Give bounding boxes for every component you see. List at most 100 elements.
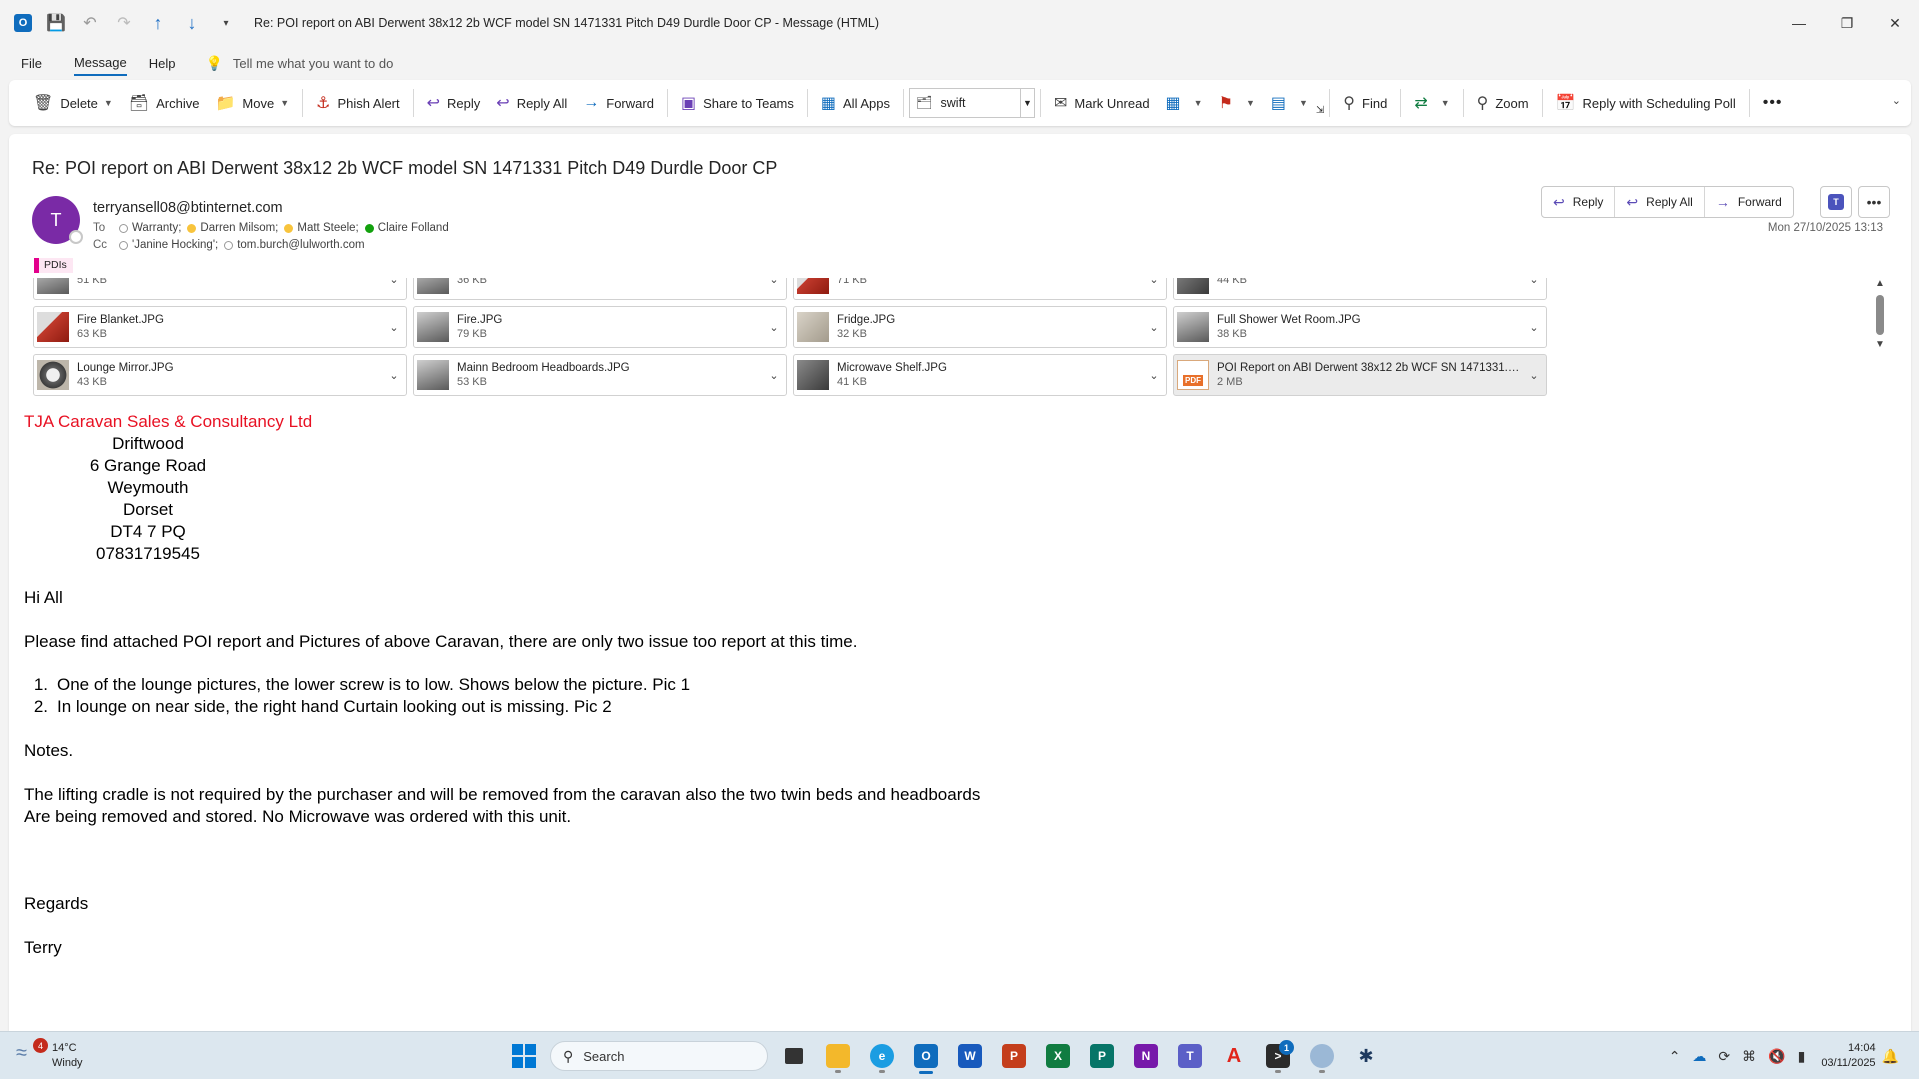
notifications-icon[interactable]: 🔔 bbox=[1882, 1048, 1899, 1065]
attachment-item[interactable]: 71 KB ⌄ bbox=[793, 278, 1167, 300]
attachment-item[interactable]: Microwave Shelf.JPG 41 KB ⌄ bbox=[793, 354, 1167, 396]
chevron-down-icon[interactable]: ⌄ bbox=[382, 369, 406, 382]
scroll-down-icon[interactable]: ▼ bbox=[1873, 339, 1887, 350]
next-item-icon[interactable]: ↓ bbox=[182, 13, 202, 33]
acrobat-button[interactable]: A bbox=[1214, 1038, 1254, 1074]
attachment-item[interactable]: Fridge.JPG 32 KB ⌄ bbox=[793, 306, 1167, 348]
delete-button[interactable]: 🗑 Delete ▼ bbox=[25, 86, 121, 120]
onedrive-icon[interactable]: ☁ bbox=[1692, 1048, 1706, 1065]
archive-button[interactable]: 🗃 Archive bbox=[121, 86, 208, 120]
publisher-button[interactable]: P bbox=[1082, 1038, 1122, 1074]
chevron-down-icon[interactable]: ⌄ bbox=[1892, 94, 1901, 107]
rules-button[interactable]: ▤ ▼ bbox=[1263, 86, 1316, 120]
all-apps-button[interactable]: ▦ All Apps bbox=[813, 86, 898, 120]
undo-icon[interactable]: ↶ bbox=[80, 13, 100, 33]
file-explorer-button[interactable] bbox=[818, 1038, 858, 1074]
attachment-item[interactable]: Full Shower Wet Room.JPG 38 KB ⌄ bbox=[1173, 306, 1547, 348]
close-button[interactable]: ✕ bbox=[1871, 0, 1919, 46]
recipient[interactable]: Claire Folland bbox=[378, 222, 449, 234]
forward-button[interactable]: → Forward bbox=[575, 86, 662, 120]
tell-me-search[interactable]: 💡 Tell me what you want to do bbox=[205, 55, 393, 72]
chevron-down-icon[interactable]: ▼ bbox=[104, 98, 113, 108]
reply-all-button[interactable]: ↩ Reply All bbox=[488, 86, 575, 120]
move-button[interactable]: 📁 Move ▼ bbox=[207, 86, 297, 120]
chevron-down-icon[interactable]: ⌄ bbox=[382, 278, 406, 286]
accessibility-app-button[interactable]: ✱ bbox=[1346, 1038, 1386, 1074]
forward-button[interactable]: → Forward bbox=[1705, 187, 1793, 217]
scheduling-poll-button[interactable]: 📅 Reply with Scheduling Poll bbox=[1548, 86, 1744, 120]
chevron-up-icon[interactable]: ⌃ bbox=[1669, 1048, 1681, 1065]
chevron-down-icon[interactable]: ⌄ bbox=[382, 321, 406, 334]
taskbar-search[interactable]: ⚲ Search bbox=[550, 1041, 768, 1071]
powerpoint-button[interactable]: P bbox=[994, 1038, 1034, 1074]
categorize-button[interactable]: ▦ ▼ bbox=[1158, 86, 1211, 120]
share-to-teams-button[interactable]: ▣ Share to Teams bbox=[673, 86, 802, 120]
chevron-down-icon[interactable]: ⌄ bbox=[1522, 278, 1546, 286]
attachment-item[interactable]: Lounge Mirror.JPG 43 KB ⌄ bbox=[33, 354, 407, 396]
redo-icon[interactable]: ↷ bbox=[114, 13, 134, 33]
chevron-down-icon[interactable]: ⌄ bbox=[1522, 369, 1546, 382]
attachment-item[interactable]: 36 KB ⌄ bbox=[413, 278, 787, 300]
attachment-item[interactable]: PDF POI Report on ABI Derwent 38x12 2b WC… bbox=[1173, 354, 1547, 396]
category-tag[interactable]: PDIs bbox=[34, 258, 73, 273]
teams-chat-button[interactable]: T bbox=[1820, 186, 1852, 218]
recipient[interactable]: Warranty; bbox=[132, 222, 181, 234]
zoom-button[interactable]: ⚲ Zoom bbox=[1469, 86, 1537, 120]
attachment-item[interactable]: 44 KB ⌄ bbox=[1173, 278, 1547, 300]
find-button[interactable]: ⚲ Find bbox=[1335, 86, 1395, 120]
task-view-button[interactable] bbox=[774, 1038, 814, 1074]
attachment-item[interactable]: 51 KB ⌄ bbox=[33, 278, 407, 300]
wifi-icon[interactable]: ⌘ bbox=[1742, 1048, 1756, 1065]
translate-button[interactable]: ⇄ ▼ bbox=[1406, 86, 1457, 120]
terminal-button[interactable]: >1 bbox=[1258, 1038, 1298, 1074]
chevron-down-icon[interactable]: ⌄ bbox=[1142, 321, 1166, 334]
browser-button[interactable] bbox=[1302, 1038, 1342, 1074]
dialog-launcher-button[interactable]: ⇲ bbox=[1316, 86, 1324, 120]
chevron-down-icon[interactable]: ⌄ bbox=[1522, 321, 1546, 334]
attachment-scrollbar[interactable]: ▲ ▼ bbox=[1873, 278, 1887, 388]
recipient[interactable]: Matt Steele; bbox=[297, 222, 358, 234]
onenote-button[interactable]: N bbox=[1126, 1038, 1166, 1074]
mark-unread-button[interactable]: ✉ Mark Unread bbox=[1046, 86, 1158, 120]
scroll-up-icon[interactable]: ▲ bbox=[1873, 278, 1887, 289]
volume-muted-icon[interactable]: 🔇 bbox=[1768, 1048, 1785, 1065]
teams-button[interactable]: T bbox=[1170, 1038, 1210, 1074]
chevron-down-icon[interactable]: ⌄ bbox=[1142, 278, 1166, 286]
chevron-down-icon[interactable]: ⌄ bbox=[762, 369, 786, 382]
menu-help[interactable]: Help bbox=[149, 52, 176, 75]
scroll-thumb[interactable] bbox=[1876, 295, 1884, 335]
menu-file[interactable]: File bbox=[21, 52, 42, 75]
excel-button[interactable]: X bbox=[1038, 1038, 1078, 1074]
more-actions-button[interactable]: ••• bbox=[1858, 186, 1890, 218]
more-commands-button[interactable]: ••• bbox=[1755, 86, 1791, 120]
previous-item-icon[interactable]: ↑ bbox=[148, 13, 168, 33]
chevron-down-icon[interactable]: ⌄ bbox=[1142, 369, 1166, 382]
menu-message[interactable]: Message bbox=[73, 51, 127, 76]
recipient[interactable]: Darren Milsom; bbox=[200, 222, 278, 234]
attachment-item[interactable]: Fire Blanket.JPG 63 KB ⌄ bbox=[33, 306, 407, 348]
outlook-button[interactable]: O bbox=[906, 1038, 946, 1074]
reply-button[interactable]: ↩ Reply bbox=[419, 86, 489, 120]
word-button[interactable]: W bbox=[950, 1038, 990, 1074]
customize-toolbar-icon[interactable]: ▾ bbox=[216, 13, 236, 33]
chevron-down-icon[interactable]: ▼ bbox=[1020, 89, 1034, 117]
recipient[interactable]: 'Janine Hocking'; bbox=[132, 239, 218, 251]
start-button[interactable] bbox=[504, 1038, 544, 1074]
restore-button[interactable]: ❐ bbox=[1823, 0, 1871, 46]
recipient[interactable]: tom.burch@lulworth.com bbox=[237, 239, 364, 251]
minimize-button[interactable]: — bbox=[1775, 0, 1823, 46]
attachment-item[interactable]: Fire.JPG 79 KB ⌄ bbox=[413, 306, 787, 348]
weather-widget[interactable]: ≈4 14°C Windy bbox=[16, 1038, 83, 1071]
battery-icon[interactable]: ▮ bbox=[1798, 1048, 1806, 1065]
clock[interactable]: 14:04 03/11/2025 bbox=[1821, 1041, 1875, 1071]
follow-up-button[interactable]: ⚑ ▼ bbox=[1211, 86, 1263, 120]
attachment-item[interactable]: Mainn Bedroom Headboards.JPG 53 KB ⌄ bbox=[413, 354, 787, 396]
reply-button[interactable]: ↩ Reply bbox=[1542, 187, 1616, 217]
quick-steps-box[interactable]: 🗂 swift ▼ bbox=[909, 88, 1035, 118]
chevron-down-icon[interactable]: ⌄ bbox=[762, 278, 786, 286]
sender-address[interactable]: terryansell08@btinternet.com bbox=[93, 200, 283, 216]
chevron-down-icon[interactable]: ⌄ bbox=[762, 321, 786, 334]
phish-alert-button[interactable]: ⚓ Phish Alert bbox=[308, 86, 408, 120]
edge-button[interactable]: e bbox=[862, 1038, 902, 1074]
reply-all-button[interactable]: ↩ Reply All bbox=[1615, 187, 1705, 217]
